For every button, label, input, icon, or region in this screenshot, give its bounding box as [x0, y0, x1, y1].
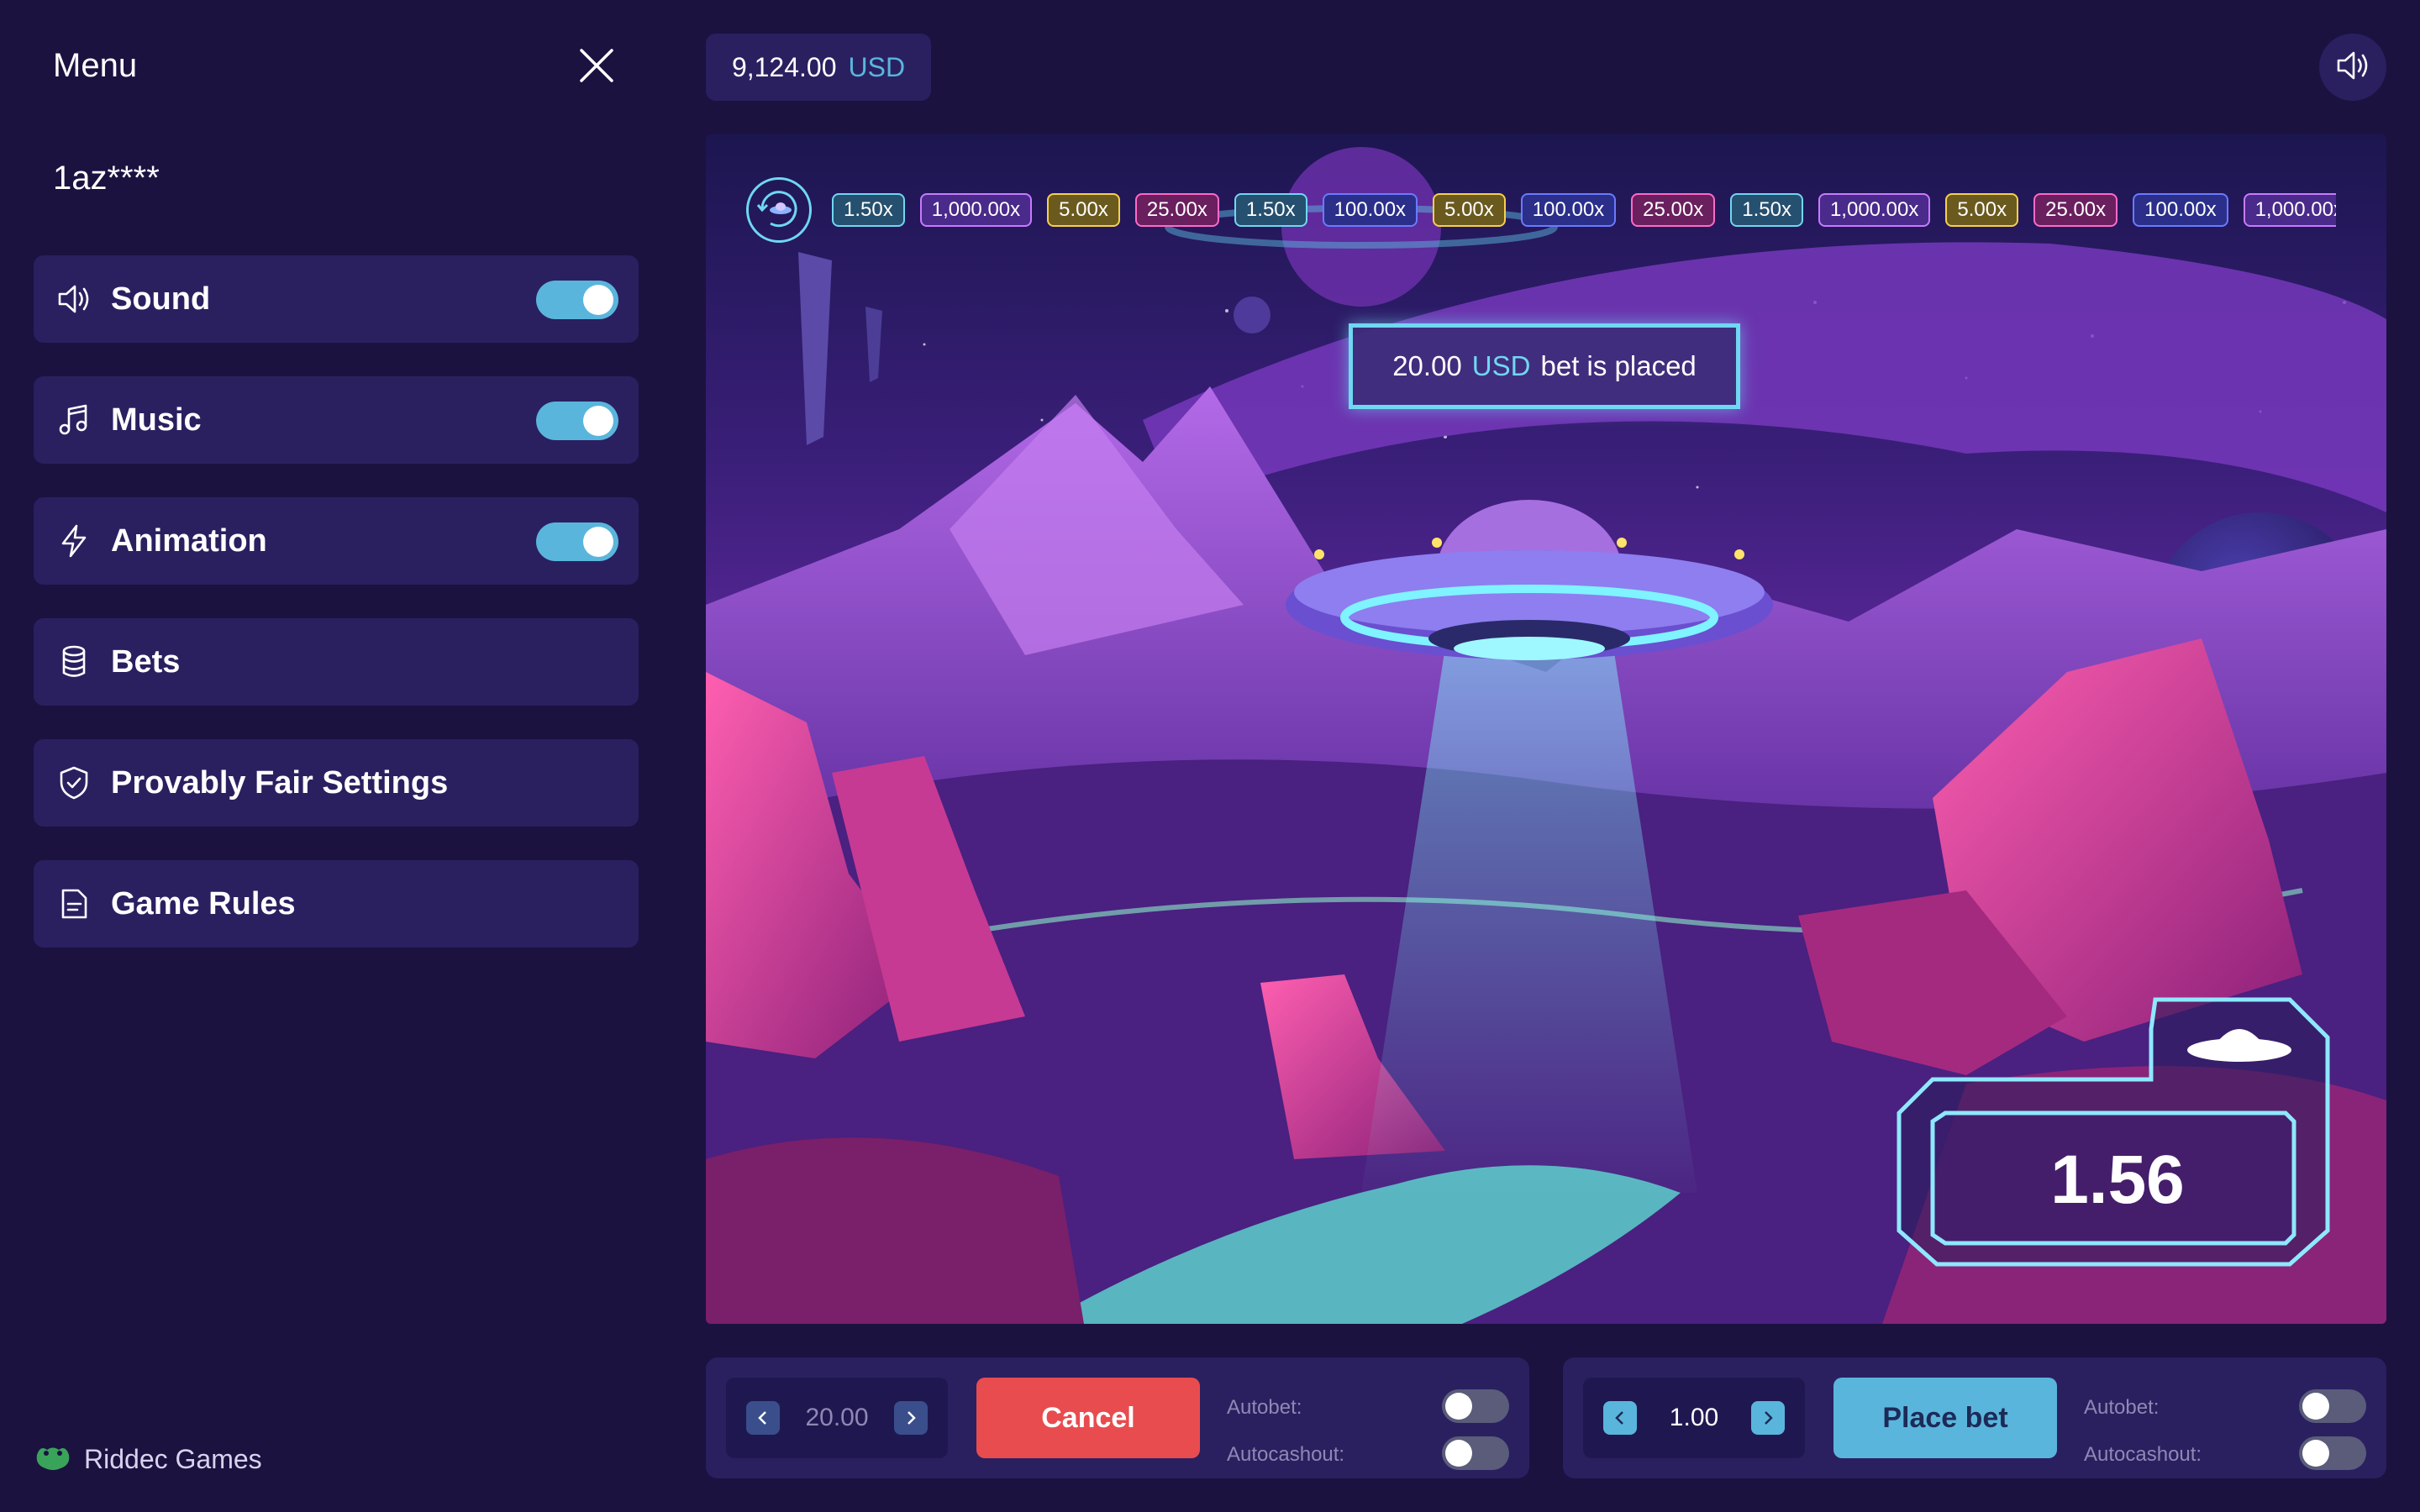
history-refresh-icon[interactable] — [746, 177, 812, 243]
autocashout-row: Autocashout: — [1227, 1436, 1509, 1470]
history-chip: 1,000.00x — [919, 193, 1033, 227]
menu-item-provably-fair[interactable]: Provably Fair Settings — [34, 739, 639, 827]
bet-panel-2: 1.00 Place bet Autobet: Autocashout: — [1563, 1357, 2386, 1478]
toggle-knob — [583, 527, 613, 557]
bet-amount[interactable]: 1.00 — [1670, 1404, 1718, 1432]
chevron-left-icon — [1615, 1411, 1623, 1425]
history-chip: 1,000.00x — [1818, 193, 1931, 227]
toggle-knob — [583, 285, 613, 315]
history-chip: 100.00x — [1520, 193, 1617, 227]
menu-title: Menu — [53, 47, 138, 84]
toast-message: bet is placed — [1540, 350, 1697, 381]
frog-logo-icon — [34, 1443, 72, 1476]
menu-item-label: Provably Fair Settings — [111, 764, 449, 801]
decrease-button[interactable] — [1603, 1401, 1637, 1435]
bet-amount-stepper: 20.00 — [726, 1378, 948, 1458]
game-scene: 1.50x 1,000.00x 5.00x 25.00x 1.50x 100.0… — [706, 134, 2386, 1324]
menu-item-sound[interactable]: Sound — [34, 255, 639, 343]
brand: Riddec Games — [34, 1443, 262, 1476]
menu-item-label: Bets — [111, 643, 181, 680]
toggle-knob — [583, 406, 613, 436]
menu-item-label: Music — [111, 402, 202, 438]
autobet-label: Autobet: — [2084, 1396, 2160, 1419]
menu-item-label: Sound — [111, 281, 211, 317]
increase-button[interactable] — [1750, 1401, 1785, 1435]
bet-amount[interactable]: 20.00 — [805, 1404, 868, 1432]
autocashout-label: Autocashout: — [2084, 1443, 2202, 1466]
document-icon — [54, 884, 94, 924]
music-note-icon — [54, 400, 94, 440]
autobet-toggle[interactable] — [1442, 1389, 1509, 1423]
toast-amount: 20.00 — [1392, 350, 1462, 381]
lightning-icon — [54, 521, 94, 561]
multiplier-history: 1.50x 1,000.00x 5.00x 25.00x 1.50x 100.0… — [746, 176, 2343, 244]
cancel-button[interactable]: Cancel — [976, 1378, 1200, 1458]
balance-amount: 9,124.00 — [731, 51, 837, 82]
autocashout-toggle[interactable] — [1442, 1436, 1509, 1470]
history-chip: 1.50x — [1234, 193, 1307, 227]
autocashout-row: Autocashout: — [2084, 1436, 2366, 1470]
shield-check-icon — [54, 763, 94, 803]
chevron-right-icon — [908, 1411, 916, 1425]
history-chips: 1.50x 1,000.00x 5.00x 25.00x 1.50x 100.0… — [832, 193, 2336, 227]
chevron-left-icon — [758, 1411, 766, 1425]
history-chip: 100.00x — [1322, 193, 1418, 227]
increase-button[interactable] — [893, 1401, 928, 1435]
history-chip: 1,000.00x — [2243, 193, 2336, 227]
bet-placed-toast: 20.00 USD bet is placed — [1349, 323, 1740, 409]
autocashout-toggle[interactable] — [2299, 1436, 2366, 1470]
balance-currency: USD — [848, 51, 906, 82]
history-chip: 5.00x — [1047, 193, 1120, 227]
multiplier-value: 1.56 — [2050, 1142, 2185, 1218]
history-chip: 25.00x — [1134, 193, 1219, 227]
balance-display: 9,124.00 USD — [706, 34, 931, 101]
sound-button[interactable] — [2319, 34, 2386, 101]
history-chip: 5.00x — [1945, 193, 2019, 227]
decrease-button[interactable] — [746, 1401, 780, 1435]
speaker-icon — [54, 279, 94, 319]
menu-item-music[interactable]: Music — [34, 376, 639, 464]
autobet-label: Autobet: — [1227, 1396, 1302, 1419]
menu-item-bets[interactable]: Bets — [34, 618, 639, 706]
username: 1az**** — [53, 160, 160, 197]
bet-panel-1: 20.00 Cancel Autobet: Autocashout: — [706, 1357, 1529, 1478]
toggle-knob — [2302, 1393, 2329, 1420]
toggle-knob — [1445, 1393, 1472, 1420]
history-chip: 100.00x — [2133, 193, 2228, 227]
autobet-toggle[interactable] — [2299, 1389, 2366, 1423]
database-icon — [54, 642, 94, 682]
toggle-knob — [1445, 1440, 1472, 1467]
sound-toggle[interactable] — [536, 281, 618, 319]
history-chip: 5.00x — [1433, 193, 1506, 227]
chevron-right-icon — [1765, 1411, 1773, 1425]
close-icon[interactable] — [576, 45, 617, 86]
menu-item-label: Game Rules — [111, 885, 296, 921]
history-chip: 25.00x — [1631, 193, 1716, 227]
bet-amount-stepper: 1.00 — [1583, 1378, 1805, 1458]
menu-sidebar: Menu 1az**** Sound Music Animation Bets … — [0, 0, 672, 1512]
history-chip: 1.50x — [832, 193, 905, 227]
music-toggle[interactable] — [536, 402, 618, 440]
speaker-icon — [2334, 47, 2371, 88]
brand-name: Riddec Games — [84, 1444, 262, 1474]
menu-item-animation[interactable]: Animation — [34, 497, 639, 585]
menu-item-game-rules[interactable]: Game Rules — [34, 860, 639, 948]
autobet-row: Autobet: — [1227, 1389, 1509, 1423]
menu-item-label: Animation — [111, 522, 267, 559]
autobet-row: Autobet: — [2084, 1389, 2366, 1423]
place-bet-button[interactable]: Place bet — [1833, 1378, 2057, 1458]
autocashout-label: Autocashout: — [1227, 1443, 1345, 1466]
toggle-knob — [2302, 1440, 2329, 1467]
animation-toggle[interactable] — [536, 522, 618, 561]
multiplier-display: 1.56 — [1895, 995, 2332, 1268]
history-chip: 1.50x — [1730, 193, 1803, 227]
history-chip: 25.00x — [2033, 193, 2118, 227]
toast-currency: USD — [1471, 350, 1531, 381]
